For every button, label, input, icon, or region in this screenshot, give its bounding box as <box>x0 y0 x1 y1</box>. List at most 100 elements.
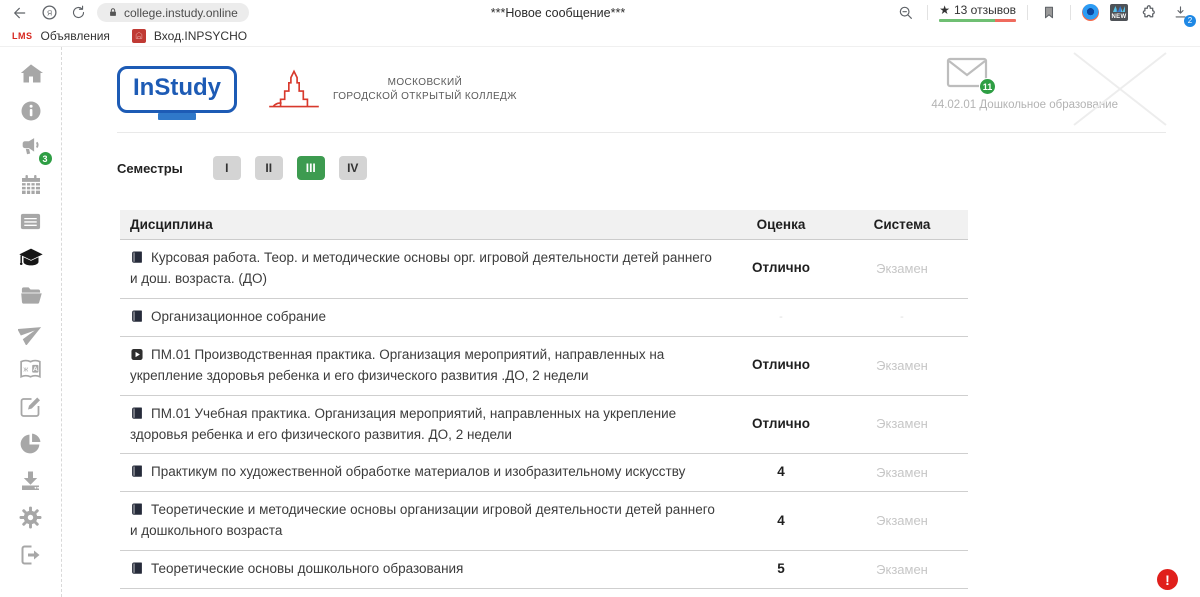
graduation-cap-icon <box>17 246 45 276</box>
college-name-line1: МОСКОВСКИЙ <box>333 76 517 90</box>
grades-table: Дисциплина Оценка Система Курсовая работ… <box>120 210 968 589</box>
new-extension-icon[interactable]: NEW <box>1110 4 1128 21</box>
home-icon <box>18 62 44 91</box>
logout-icon <box>18 543 43 572</box>
book-icon <box>130 502 144 517</box>
info-icon <box>19 99 43 128</box>
bookmarks-bar: LMS Объявления Вход.INPSYCHO <box>0 25 1200 46</box>
play-icon <box>130 347 144 362</box>
browser-toolbar: Я college.instudy.online ***Новое сообще… <box>0 0 1200 25</box>
download-tray-icon <box>18 469 43 498</box>
table-row: Теоретические основы дошкольного образов… <box>120 551 968 589</box>
book-icon <box>130 561 144 576</box>
sidebar-item-info[interactable] <box>16 100 46 126</box>
sidebar-item-paper-plane[interactable] <box>16 322 46 348</box>
back-icon[interactable] <box>10 3 30 23</box>
calendar-icon <box>19 173 43 202</box>
sidebar-item-calendar[interactable] <box>16 174 46 200</box>
table-row: Теоретические и методические основы орга… <box>120 492 968 551</box>
semester-button-II[interactable]: II <box>255 156 283 180</box>
toolbar-divider <box>1027 5 1028 20</box>
table-row: ПМ.01 Учебная практика. Организация меро… <box>120 395 968 454</box>
sidebar-item-megaphone[interactable]: 3 <box>16 137 46 163</box>
discipline-link[interactable]: ПМ.01 Производственная практика. Организ… <box>130 347 664 383</box>
system-value: Экзамен <box>836 551 968 589</box>
book-icon <box>130 250 144 265</box>
mail-button[interactable]: 11 <box>946 57 988 93</box>
pie-chart-icon <box>18 431 43 461</box>
reviews-widget[interactable]: ★ 13 отзывов <box>939 3 1016 22</box>
grade-value: Отлично <box>726 336 836 395</box>
college-name-line2: ГОРОДСКОЙ ОТКРЫТЫЙ КОЛЛЕДЖ <box>333 90 517 104</box>
app-window: 3 Aж InStudy МОСКОВСКИЙ ГОРОДСКОЙ ОТКРЫТЫ… <box>0 46 1200 597</box>
kremlin-tower-icon <box>263 68 325 112</box>
table-row: Организационное собрание - - <box>120 298 968 336</box>
svg-text:ж: ж <box>23 364 28 373</box>
page-header: InStudy МОСКОВСКИЙ ГОРОДСКОЙ ОТКРЫТЫЙ КО… <box>117 47 1166 133</box>
page-title: ***Новое сообщение*** <box>491 6 625 20</box>
table-header-row: Дисциплина Оценка Система <box>120 210 968 240</box>
sidebar: 3 Aж <box>0 47 62 597</box>
bookmark-flag-icon[interactable] <box>1039 3 1059 23</box>
system-value: Экзамен <box>836 454 968 492</box>
reviews-label: 13 отзывов <box>954 3 1016 17</box>
address-bar[interactable]: college.instudy.online <box>97 3 249 22</box>
semester-button-I[interactable]: I <box>213 156 241 180</box>
discipline-link[interactable]: Теоретические основы дошкольного образов… <box>151 561 463 576</box>
grade-value: 4 <box>726 454 836 492</box>
sidebar-item-compose[interactable] <box>16 396 46 422</box>
grade-value: Отлично <box>726 240 836 299</box>
gear-icon <box>18 505 43 535</box>
sidebar-item-list[interactable] <box>16 211 46 237</box>
paper-plane-icon <box>18 320 44 350</box>
sidebar-item-home[interactable] <box>16 63 46 89</box>
discipline-link[interactable]: Практикум по художественной обработке ма… <box>151 464 685 479</box>
folder-icon <box>18 284 44 312</box>
refresh-icon[interactable] <box>68 3 88 23</box>
col-system: Система <box>836 210 968 240</box>
instudy-logo[interactable]: InStudy <box>117 66 237 113</box>
sidebar-item-pie-chart[interactable] <box>16 433 46 459</box>
sidebar-item-logout[interactable] <box>16 544 46 570</box>
megaphone-badge: 3 <box>38 151 53 166</box>
sidebar-item-translate[interactable]: Aж <box>16 359 46 385</box>
discipline-link[interactable]: Теоретические и методические основы орга… <box>130 502 715 538</box>
table-row: Курсовая работа. Теор. и методические ос… <box>120 240 968 299</box>
bookmark-announcements[interactable]: Объявления <box>41 29 110 43</box>
downloads-badge: 2 <box>1184 15 1196 27</box>
sidebar-item-gear[interactable] <box>16 507 46 533</box>
grade-value: - <box>726 298 836 336</box>
grade-value: 5 <box>726 551 836 589</box>
sidebar-item-graduation-cap[interactable] <box>16 248 46 274</box>
col-grade: Оценка <box>726 210 836 240</box>
table-row: ПМ.01 Производственная практика. Организ… <box>120 336 968 395</box>
book-icon <box>130 406 144 421</box>
discipline-link[interactable]: Курсовая работа. Теор. и методические ос… <box>130 250 712 286</box>
sidebar-item-download-tray[interactable] <box>16 470 46 496</box>
discipline-link[interactable]: Организационное собрание <box>151 309 326 324</box>
crest-favicon <box>132 29 146 43</box>
search-zoom-icon[interactable] <box>896 3 916 23</box>
discipline-link[interactable]: ПМ.01 Учебная практика. Организация меро… <box>130 406 676 442</box>
downloads-icon[interactable]: 2 <box>1170 3 1190 23</box>
list-icon <box>18 210 43 238</box>
col-discipline: Дисциплина <box>120 210 726 240</box>
collections-icon[interactable] <box>1139 3 1159 23</box>
close-icon[interactable] <box>1064 47 1176 129</box>
semester-button-III[interactable]: III <box>297 156 325 180</box>
bookmark-inpsycho[interactable]: Вход.INPSYCHO <box>154 29 247 43</box>
book-icon <box>130 464 144 479</box>
sidebar-item-folder[interactable] <box>16 285 46 311</box>
translate-icon: Aж <box>17 357 44 387</box>
profile-icon[interactable]: Я <box>39 3 59 23</box>
star-icon: ★ <box>939 3 950 17</box>
rating-bar <box>939 19 1016 22</box>
alert-icon[interactable]: ! <box>1157 569 1178 590</box>
compose-icon <box>18 395 43 424</box>
url-text: college.instudy.online <box>124 6 238 20</box>
browser-sphere-icon[interactable] <box>1082 4 1099 21</box>
semester-buttons: IIIIIIIV <box>213 156 367 180</box>
lock-icon <box>108 7 118 18</box>
semester-button-IV[interactable]: IV <box>339 156 367 180</box>
main-content: InStudy МОСКОВСКИЙ ГОРОДСКОЙ ОТКРЫТЫЙ КО… <box>62 47 1200 597</box>
